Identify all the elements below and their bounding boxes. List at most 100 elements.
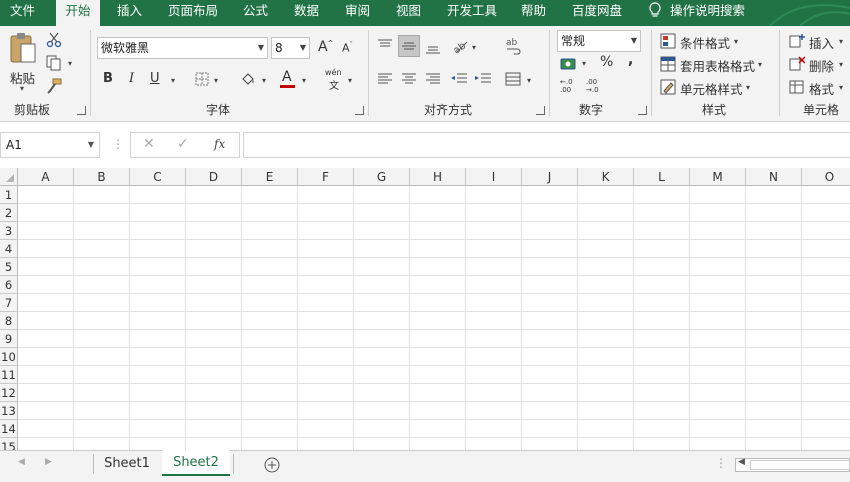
horizontal-scrollbar[interactable]: ◀ bbox=[735, 457, 850, 472]
cancel-icon[interactable]: ✕ bbox=[143, 136, 155, 152]
merge-center-icon[interactable] bbox=[505, 72, 521, 86]
text-orientation-icon[interactable]: ab bbox=[451, 38, 469, 54]
column-header[interactable]: I bbox=[466, 168, 522, 186]
column-header[interactable]: D bbox=[186, 168, 242, 186]
column-header[interactable]: N bbox=[746, 168, 802, 186]
column-header[interactable]: E bbox=[242, 168, 298, 186]
orientation-dropdown-icon[interactable]: ▾ bbox=[472, 43, 476, 52]
row-header[interactable]: 5 bbox=[0, 258, 18, 276]
font-color-button[interactable]: A bbox=[280, 69, 296, 89]
scrollbar-thumb[interactable] bbox=[750, 460, 850, 470]
font-color-dropdown-icon[interactable]: ▾ bbox=[302, 76, 306, 85]
font-launcher-icon[interactable] bbox=[355, 106, 364, 115]
tab-page-layout[interactable]: 页面布局 bbox=[168, 0, 218, 26]
increase-indent-icon[interactable] bbox=[474, 72, 492, 86]
tab-baidu-netdisk[interactable]: 百度网盘 bbox=[572, 0, 622, 26]
scroll-tabs-right-icon[interactable]: ▶ bbox=[45, 457, 52, 467]
row-header[interactable]: 15 bbox=[0, 438, 18, 450]
accounting-dropdown-icon[interactable]: ▾ bbox=[582, 59, 586, 68]
row-header[interactable]: 8 bbox=[0, 312, 18, 330]
name-box[interactable]: A1 ▼ bbox=[0, 132, 100, 158]
wrap-text-icon[interactable]: ab bbox=[505, 37, 521, 55]
column-header[interactable]: A bbox=[18, 168, 74, 186]
number-launcher-icon[interactable] bbox=[638, 106, 647, 115]
row-header[interactable]: 2 bbox=[0, 204, 18, 222]
clipboard-launcher-icon[interactable] bbox=[77, 106, 86, 115]
row-header[interactable]: 12 bbox=[0, 384, 18, 402]
sheet-tab-sheet1[interactable]: Sheet1 bbox=[96, 451, 158, 477]
tab-review[interactable]: 审阅 bbox=[345, 0, 370, 26]
tab-formulas[interactable]: 公式 bbox=[243, 0, 268, 26]
font-name-select[interactable]: 微软雅黑 ▼ bbox=[97, 37, 268, 59]
copy-icon[interactable] bbox=[46, 55, 62, 71]
borders-dropdown-icon[interactable]: ▾ bbox=[214, 76, 218, 85]
column-header[interactable]: B bbox=[74, 168, 130, 186]
row-header[interactable]: 7 bbox=[0, 294, 18, 312]
column-header[interactable]: K bbox=[578, 168, 634, 186]
phonetic-button[interactable]: wén 文 bbox=[325, 68, 343, 92]
row-header[interactable]: 13 bbox=[0, 402, 18, 420]
scroll-left-icon[interactable]: ◀ bbox=[738, 457, 745, 467]
column-header[interactable]: F bbox=[298, 168, 354, 186]
column-header[interactable]: L bbox=[634, 168, 690, 186]
formula-input[interactable] bbox=[243, 132, 850, 158]
align-left-icon[interactable] bbox=[377, 72, 393, 86]
row-header[interactable]: 6 bbox=[0, 276, 18, 294]
copy-dropdown-icon[interactable]: ▾ bbox=[68, 59, 72, 68]
column-header[interactable]: O bbox=[802, 168, 850, 186]
grip-icon[interactable]: ⋮ bbox=[112, 137, 124, 151]
column-header[interactable]: G bbox=[354, 168, 410, 186]
align-right-icon[interactable] bbox=[425, 72, 441, 86]
decrease-decimal-button[interactable]: .00 →.0 bbox=[586, 78, 604, 94]
paste-button[interactable]: 粘贴 ▾ bbox=[6, 30, 40, 94]
align-center-icon[interactable] bbox=[401, 72, 417, 86]
phonetic-dropdown-icon[interactable]: ▾ bbox=[348, 76, 352, 85]
tab-home[interactable]: 开始 bbox=[56, 0, 100, 26]
paste-dropdown-icon[interactable]: ▾ bbox=[20, 84, 24, 93]
row-header[interactable]: 9 bbox=[0, 330, 18, 348]
align-middle-button[interactable] bbox=[398, 35, 420, 57]
add-sheet-icon[interactable] bbox=[264, 457, 280, 473]
enter-icon[interactable]: ✓ bbox=[177, 136, 189, 152]
decrease-indent-icon[interactable] bbox=[450, 72, 468, 86]
accounting-format-icon[interactable] bbox=[560, 55, 578, 71]
column-header[interactable]: M bbox=[690, 168, 746, 186]
bold-button[interactable]: B bbox=[103, 71, 113, 86]
column-header[interactable]: C bbox=[130, 168, 186, 186]
increase-decimal-button[interactable]: ←.0 .00 bbox=[560, 78, 578, 94]
font-size-select[interactable]: 8 ▼ bbox=[271, 37, 310, 59]
grow-font-button[interactable]: A^ bbox=[318, 39, 333, 55]
column-header[interactable]: J bbox=[522, 168, 578, 186]
scroll-tabs-left-icon[interactable]: ◀ bbox=[18, 457, 25, 467]
borders-icon[interactable] bbox=[195, 72, 209, 86]
merge-dropdown-icon[interactable]: ▾ bbox=[527, 76, 531, 85]
shrink-font-button[interactable]: Aˇ bbox=[342, 41, 353, 55]
italic-button[interactable]: I bbox=[129, 71, 134, 86]
fill-color-icon[interactable] bbox=[240, 71, 256, 87]
align-top-icon[interactable] bbox=[377, 38, 393, 52]
underline-button[interactable]: U bbox=[150, 71, 160, 86]
tab-data[interactable]: 数据 bbox=[294, 0, 319, 26]
underline-dropdown-icon[interactable]: ▾ bbox=[171, 76, 175, 85]
percent-button[interactable]: % bbox=[600, 54, 613, 70]
tab-file[interactable]: 文件 bbox=[10, 0, 35, 26]
number-format-select[interactable]: 常规 ▼ bbox=[557, 30, 641, 52]
format-painter-icon[interactable] bbox=[46, 78, 62, 94]
row-header[interactable]: 4 bbox=[0, 240, 18, 258]
grip-icon[interactable]: ⋮ bbox=[715, 456, 727, 470]
column-header[interactable]: H bbox=[410, 168, 466, 186]
cut-icon[interactable] bbox=[46, 32, 62, 48]
tab-developer[interactable]: 开发工具 bbox=[447, 0, 497, 26]
alignment-launcher-icon[interactable] bbox=[536, 106, 545, 115]
tab-view[interactable]: 视图 bbox=[396, 0, 421, 26]
select-all-corner[interactable] bbox=[0, 168, 18, 186]
tell-me-search[interactable]: 操作说明搜索 bbox=[648, 0, 745, 26]
tab-insert[interactable]: 插入 bbox=[117, 0, 142, 26]
row-header[interactable]: 14 bbox=[0, 420, 18, 438]
insert-function-button[interactable]: fx bbox=[214, 137, 225, 151]
comma-style-button[interactable]: , bbox=[628, 52, 633, 68]
row-header[interactable]: 10 bbox=[0, 348, 18, 366]
sheet-tab-sheet2[interactable]: Sheet2 bbox=[162, 450, 230, 476]
row-header[interactable]: 1 bbox=[0, 186, 18, 204]
row-header[interactable]: 11 bbox=[0, 366, 18, 384]
